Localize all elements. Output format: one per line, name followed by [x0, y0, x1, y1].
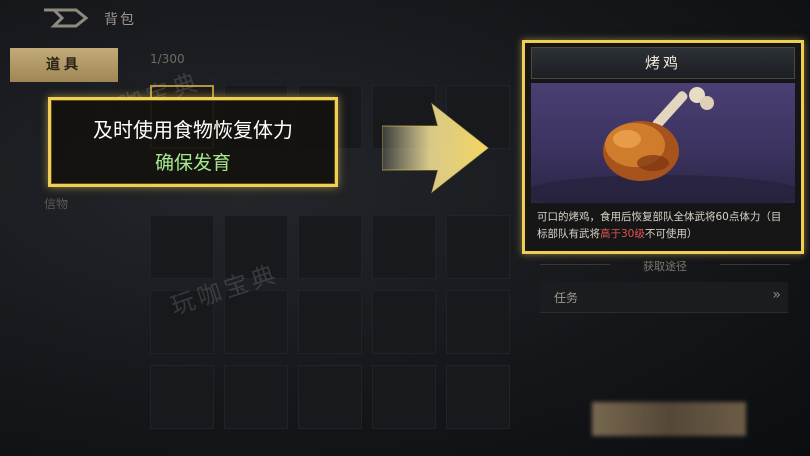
item-description: 可口的烤鸡，食用后恢复部队全体武将60点体力（目标部队有武将高于30级不可使用）	[531, 207, 795, 247]
level-restriction: 高于30级	[600, 228, 645, 240]
item-detail-card: 烤鸡 可口的烤鸡，食用后恢复部队全体武将60点体力（目标部队有武将高于30级不可…	[522, 40, 804, 254]
inventory-count: 1/300	[150, 52, 185, 66]
source-row-task[interactable]: 任务 »	[540, 282, 788, 313]
use-button[interactable]	[592, 402, 746, 436]
divider	[720, 264, 790, 265]
inventory-slot[interactable]	[224, 215, 288, 279]
tip-line-1: 及时使用食物恢复体力	[93, 118, 293, 142]
inventory-slot[interactable]	[298, 365, 362, 429]
pointing-arrow-icon	[382, 102, 489, 194]
description-text-end: 不可使用）	[644, 228, 698, 240]
inventory-slot[interactable]	[224, 365, 288, 429]
category-label[interactable]: 信物	[44, 195, 68, 212]
item-name: 烤鸡	[531, 47, 795, 79]
inventory-slot[interactable]	[372, 215, 436, 279]
tab-items[interactable]: 道具	[10, 48, 118, 82]
tip-line-2: 确保发育	[154, 152, 231, 174]
top-bar: 背包	[0, 0, 810, 36]
inventory-slot[interactable]	[224, 290, 288, 354]
inventory-slot[interactable]	[446, 215, 510, 279]
inventory-slot[interactable]	[372, 290, 436, 354]
source-row-label: 任务	[554, 291, 579, 305]
inventory-slot[interactable]	[150, 365, 214, 429]
inventory-slot[interactable]	[150, 290, 214, 354]
inventory-slot[interactable]	[298, 215, 362, 279]
inventory-slot[interactable]	[372, 365, 436, 429]
page-title: 背包	[104, 12, 136, 28]
item-image	[531, 83, 795, 203]
inventory-slot[interactable]	[298, 290, 362, 354]
source-label: 获取途径	[643, 260, 687, 273]
back-arrow-icon[interactable]	[40, 6, 90, 30]
double-chevron-icon[interactable]: »	[772, 287, 780, 303]
inventory-slot[interactable]	[446, 365, 510, 429]
roast-chicken-icon	[531, 87, 795, 203]
inventory-slot[interactable]	[150, 215, 214, 279]
tip-callout: 及时使用食物恢复体力 确保发育	[48, 97, 338, 187]
inventory-slot[interactable]	[446, 290, 510, 354]
